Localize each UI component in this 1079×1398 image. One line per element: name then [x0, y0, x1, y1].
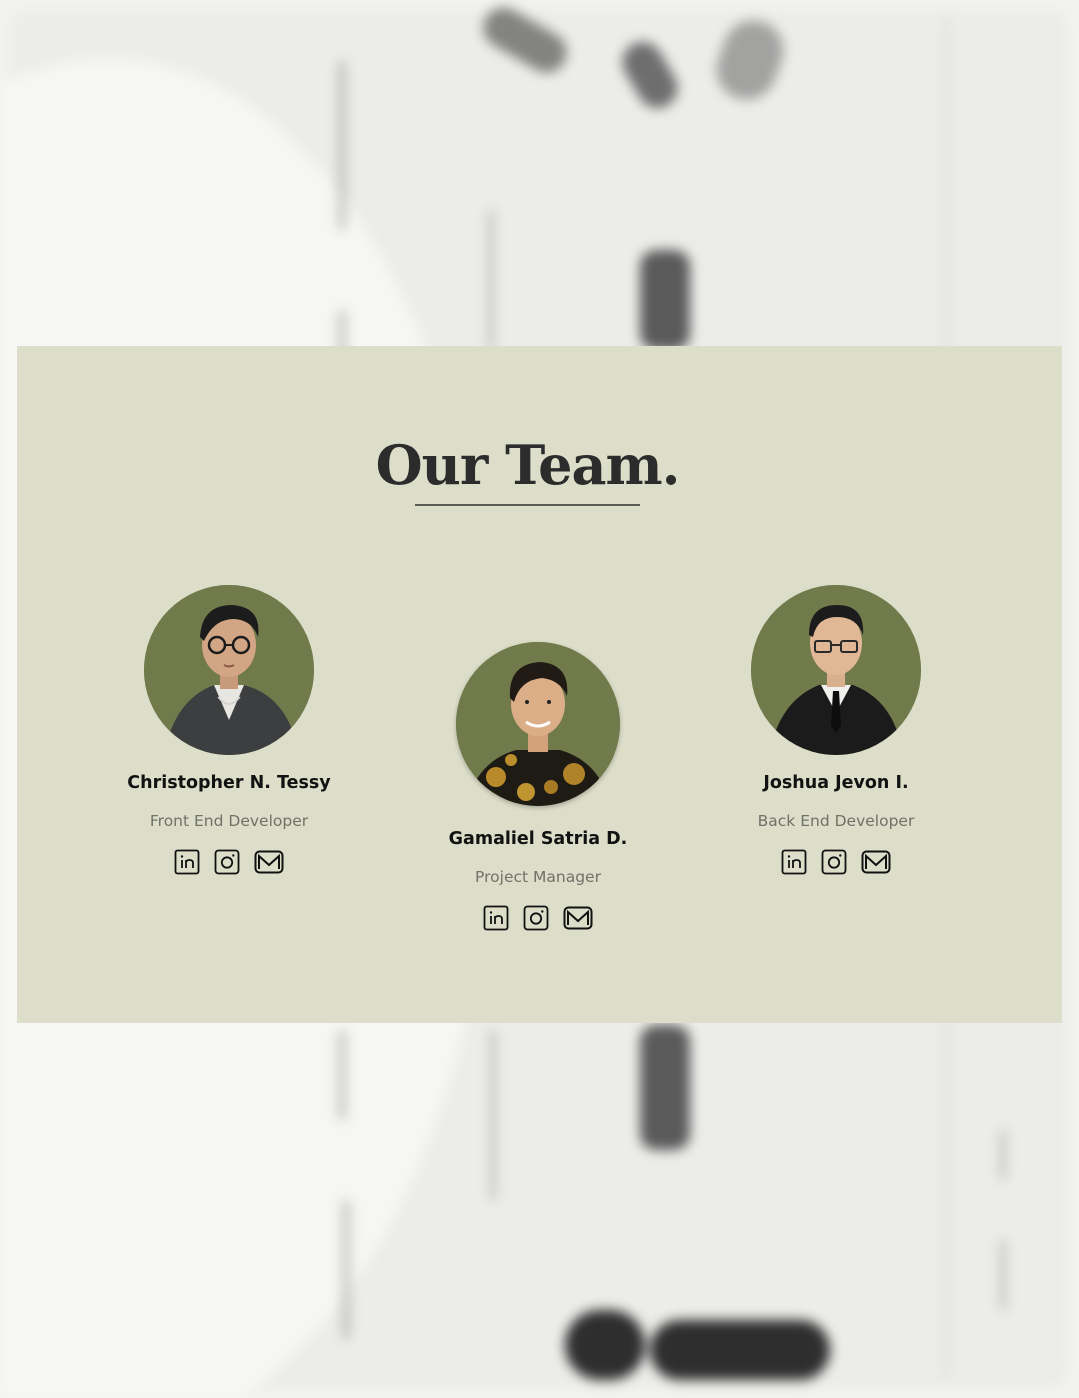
- team-member-card: Christopher N. Tessy Front End Developer: [79, 585, 379, 875]
- member-name: Gamaliel Satria D.: [448, 829, 628, 849]
- member-name: Christopher N. Tessy: [127, 773, 331, 793]
- avatar: [456, 642, 620, 806]
- mail-icon[interactable]: [563, 905, 593, 931]
- team-member-card: Gamaliel Satria D. Project Manager: [388, 642, 688, 931]
- member-role: Project Manager: [475, 868, 601, 886]
- social-links: [686, 849, 986, 875]
- avatar: [144, 585, 314, 755]
- linkedin-icon[interactable]: [781, 849, 807, 875]
- social-links: [388, 905, 688, 931]
- instagram-icon[interactable]: [214, 849, 240, 875]
- avatar: [751, 585, 921, 755]
- instagram-icon[interactable]: [821, 849, 847, 875]
- title-underline: [415, 504, 640, 506]
- social-links: [79, 849, 379, 875]
- team-member-card: Joshua Jevon I. Back End Developer: [686, 585, 986, 875]
- member-role: Back End Developer: [757, 812, 915, 830]
- linkedin-icon[interactable]: [174, 849, 200, 875]
- mail-icon[interactable]: [254, 849, 284, 875]
- section-title: Our Team.: [375, 433, 681, 497]
- member-role: Front End Developer: [149, 812, 309, 830]
- linkedin-icon[interactable]: [483, 905, 509, 931]
- mail-icon[interactable]: [861, 849, 891, 875]
- member-name: Joshua Jevon I.: [763, 773, 909, 793]
- page: Our Team. Christopher N. Tessy Front End…: [0, 0, 1079, 1398]
- instagram-icon[interactable]: [523, 905, 549, 931]
